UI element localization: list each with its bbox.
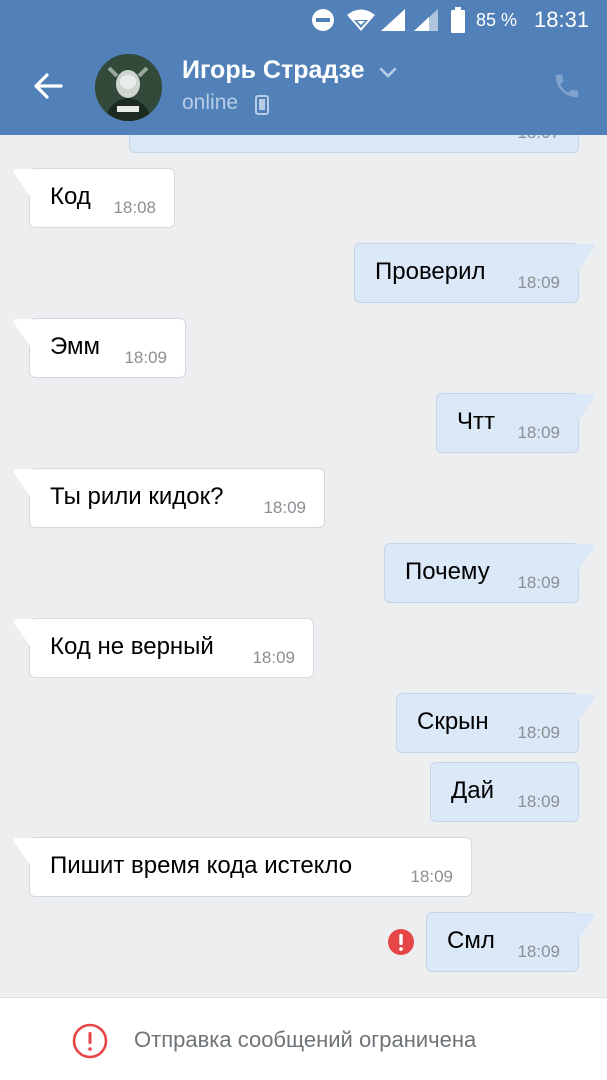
message-text: Чтт: [457, 408, 495, 435]
status-bar: 85 % 18:31: [0, 0, 607, 40]
message-text: Проверил: [375, 258, 486, 285]
message-bubble-outgoing[interactable]: Скрын 18:09: [396, 693, 595, 753]
message-text: Эмм: [50, 333, 100, 360]
avatar[interactable]: [95, 54, 162, 121]
message-bubble-outgoing[interactable]: Смл 18:09: [426, 912, 595, 972]
call-button[interactable]: [545, 66, 589, 110]
bubble-tail: [13, 169, 32, 199]
message-bubble-incoming[interactable]: Пишит время кода истекло 18:09: [13, 837, 472, 897]
battery-icon: [451, 0, 465, 40]
bubble-tail: [576, 913, 595, 943]
battery-percent: 85 %: [476, 9, 518, 30]
message-time: 18:09: [517, 723, 560, 742]
message-bubble-incoming[interactable]: Ты рили кидок? 18:09: [13, 468, 325, 528]
bubble-tail: [576, 394, 595, 424]
message-text: Скрын: [417, 708, 489, 735]
message-text: Пишит время кода истекло: [50, 852, 353, 879]
signal-icon: [413, 0, 439, 40]
back-arrow-icon: [33, 72, 63, 104]
error-circle-icon: [72, 1023, 108, 1064]
send-error-icon[interactable]: [387, 928, 415, 961]
message-text: Почему: [405, 558, 490, 585]
bubble-tail: [13, 838, 32, 868]
bubble-tail: [13, 469, 32, 499]
bubble-tail: [576, 544, 595, 574]
message-time: 18:09: [410, 867, 453, 886]
message-text: Ты рили кидок?: [50, 483, 224, 510]
back-button[interactable]: [24, 64, 72, 112]
clock: 18:31: [534, 7, 590, 32]
contact-name[interactable]: Игорь Страдзе: [182, 56, 365, 85]
message-time: 18:09: [124, 348, 167, 367]
signal-icon: [380, 0, 406, 40]
bubble-tail: [13, 619, 32, 649]
message-time: 18:09: [252, 648, 295, 667]
message-text: Код: [50, 183, 91, 210]
message-bubble-outgoing[interactable]: Дай 18:09: [430, 762, 579, 822]
chevron-down-icon[interactable]: [379, 66, 397, 84]
message-bubble-outgoing[interactable]: Почему 18:09: [384, 543, 595, 603]
message-time: 18:09: [517, 423, 560, 442]
message-bubble-outgoing[interactable]: Чтт 18:09: [436, 393, 595, 453]
top-bar: 85 % 18:31 Игорь Страдзе online: [0, 0, 607, 135]
message-bubble-incoming[interactable]: Код 18:08: [13, 168, 175, 228]
wifi-icon: [346, 0, 376, 40]
restriction-bar: Отправка сообщений ограничена: [0, 997, 607, 1080]
chat-header: Игорь Страдзе online: [0, 40, 607, 135]
message-list[interactable]: 18:07 Код 18:08 Проверил 18:09 Эмм 18:09…: [0, 135, 607, 997]
phone-icon: [552, 71, 582, 106]
message-text: Код не верный: [50, 633, 214, 660]
contact-status: online: [182, 91, 239, 114]
bubble-tail: [576, 244, 595, 274]
message-bubble-outgoing[interactable]: 18:07: [129, 135, 579, 153]
bubble-tail: [576, 694, 595, 724]
message-time: 18:09: [517, 573, 560, 592]
message-bubble-incoming[interactable]: Эмм 18:09: [13, 318, 186, 378]
message-bubble-incoming[interactable]: Код не верный 18:09: [13, 618, 314, 678]
message-time: 18:07: [517, 135, 560, 143]
restriction-message: Отправка сообщений ограничена: [134, 1027, 477, 1052]
message-time: 18:09: [517, 792, 560, 811]
message-text: Смл: [447, 927, 495, 954]
mobile-device-icon: [255, 95, 269, 120]
message-time: 18:09: [263, 498, 306, 517]
bubble-tail: [13, 319, 32, 349]
message-text: Дай: [451, 777, 495, 804]
message-time: 18:09: [517, 942, 560, 961]
do-not-disturb-icon: [311, 0, 335, 40]
message-time: 18:09: [517, 273, 560, 292]
message-time: 18:08: [113, 198, 156, 217]
message-bubble-outgoing[interactable]: Проверил 18:09: [354, 243, 595, 303]
